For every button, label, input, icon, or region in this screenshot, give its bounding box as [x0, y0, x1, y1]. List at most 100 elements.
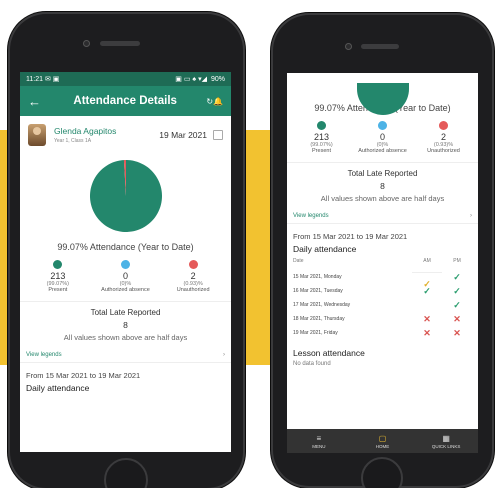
nav-menu[interactable]: ≡ MENU — [289, 434, 349, 449]
screen-right: 99.07% Attendance (Year to Date) 213 (99… — [287, 73, 478, 453]
view-legends-link[interactable]: View legends › — [287, 203, 478, 224]
unauthorized-count: 2 — [190, 271, 196, 281]
half-days-note: All values shown above are half days — [320, 194, 445, 203]
back-arrow-icon[interactable]: ← — [28, 94, 50, 109]
authorized-dot — [120, 260, 130, 269]
present-dot — [317, 121, 326, 130]
student-info: Glenda Agapitos Year 1, Class 1A — [54, 126, 159, 144]
authorized-label: Authorized absence — [358, 148, 407, 154]
absent-cross-icon: ✕ — [453, 327, 461, 338]
avatar — [28, 124, 46, 146]
present-dot — [53, 260, 63, 269]
row-date: 19 Mar 2021, Friday — [293, 330, 338, 336]
authorized-count: 0 — [379, 132, 385, 142]
stat-present: 213 (99.07%) Present — [28, 260, 88, 293]
stat-unauthorized: 2 (0.93)% Unauthorized — [163, 260, 223, 293]
row-date: 16 Mar 2021, Tuesday — [293, 288, 343, 294]
view-legends-label: View legends — [26, 352, 62, 358]
notification-icons: ✉ ▣ — [44, 76, 60, 83]
stat-unauthorized: 2 (0.93)% Unauthorized — [414, 121, 474, 154]
nav-quick-links-label: QUICK LINKS — [431, 443, 461, 449]
present-check-icon: ✓ — [423, 285, 431, 296]
present-check-icon: ✓ — [453, 271, 461, 282]
nav-home-label: HOME — [375, 443, 390, 449]
unauthorized-label: Unauthorized — [427, 148, 460, 154]
home-icon: ▢ — [378, 433, 387, 443]
view-legends-link[interactable]: View legends › — [20, 342, 231, 363]
battery-level: 90% — [210, 75, 225, 83]
unauthorized-dot — [439, 121, 448, 130]
student-header: Glenda Agapitos Year 1, Class 1A 19 Mar … — [20, 116, 231, 150]
front-camera — [345, 43, 352, 50]
selected-date[interactable]: 19 Mar 2021 — [159, 130, 207, 140]
late-count: 8 — [123, 320, 128, 330]
table-row: 19 Mar 2021, Friday ✕ ✕ — [293, 326, 472, 340]
student-name[interactable]: Glenda Agapitos — [54, 126, 159, 136]
row-date: 18 Mar 2021, Thursday — [293, 316, 345, 322]
status-time: 11:21 — [26, 76, 43, 83]
unauthorized-count: 2 — [440, 132, 446, 142]
table-row: 16 Mar 2021, Tuesday ✓ ✓ — [293, 284, 472, 298]
earpiece — [100, 41, 140, 46]
row-date: 17 Mar 2021, Wednesday — [293, 302, 351, 308]
chevron-right-icon: › — [223, 352, 225, 358]
no-data-message: No data found — [293, 361, 331, 367]
half-days-note: All values shown above are half days — [63, 333, 188, 342]
quick-links-icon: ▦ — [442, 433, 450, 443]
stat-present: 213 (99.07%) Present — [292, 121, 352, 154]
authorized-count: 0 — [122, 271, 128, 281]
attendance-pie-chart — [89, 160, 162, 232]
present-count: 213 — [50, 271, 66, 281]
scrolled-content: 99.07% Attendance (Year to Date) 213 (99… — [287, 83, 478, 370]
late-section: Total Late Reported 8 All values shown a… — [20, 301, 231, 342]
late-title: Total Late Reported — [90, 308, 161, 317]
present-label: Present — [48, 287, 68, 293]
stats-row: 213 (99.07%) Present 0 (0)% Authorized a… — [287, 121, 478, 154]
stat-authorized: 0 (0)% Authorized absence — [353, 121, 413, 154]
date-range: From 15 Mar 2021 to 19 Mar 2021 — [26, 371, 141, 380]
stage: 11:21 ✉ ▣ ▣ ▭ ♠ ▾◢ 90% ← Attendance Deta… — [0, 0, 499, 488]
chevron-right-icon: › — [470, 213, 472, 219]
front-camera — [83, 40, 90, 47]
status-time-area: 11:21 ✉ ▣ — [26, 75, 59, 83]
pie-chart-container — [20, 156, 231, 236]
phone-left: 11:21 ✉ ▣ ▣ ▭ ♠ ▾◢ 90% ← Attendance Deta… — [8, 12, 245, 488]
late-count: 8 — [380, 181, 385, 191]
table-row: 18 Mar 2021, Thursday ✕ ✕ — [293, 312, 472, 326]
home-button[interactable] — [104, 458, 148, 488]
table-row: 15 Mar 2021, Monday ✓ ✓ — [293, 270, 472, 290]
attendance-percentage: 99.07% Attendance (Year to Date) — [57, 242, 194, 252]
calendar-icon[interactable] — [213, 130, 223, 140]
system-icons: ▣ ▭ ♠ ▾◢ — [175, 76, 207, 83]
unauthorized-label: Unauthorized — [176, 287, 210, 293]
screen-left: 11:21 ✉ ▣ ▣ ▭ ♠ ▾◢ 90% ← Attendance Deta… — [20, 72, 231, 452]
app-bar: ← Attendance Details ↻🔔 — [20, 86, 231, 116]
daily-attendance-title: Daily attendance — [293, 244, 357, 254]
stats-row: 213 (99.07%) Present 0 (0)% Authorized a… — [20, 260, 231, 293]
authorized-dot — [378, 121, 387, 130]
refresh-notification-icon[interactable]: ↻🔔 — [206, 97, 223, 106]
unauthorized-dot — [188, 260, 198, 269]
page-title: Attendance Details — [73, 95, 177, 107]
absent-cross-icon: ✕ — [423, 313, 431, 324]
bottom-navigation: ≡ MENU ▢ HOME ▦ QUICK LINKS — [287, 429, 478, 453]
daily-attendance-table: Date AM PM 15 Mar 2021, Monday ✓ ✓ 16 Ma… — [287, 254, 478, 340]
lesson-attendance-title: Lesson attendance — [293, 348, 365, 358]
daily-attendance-title: Daily attendance — [26, 383, 90, 393]
header-date: Date — [293, 258, 304, 264]
present-check-icon: ✓ — [453, 299, 461, 310]
status-bar: 11:21 ✉ ▣ ▣ ▭ ♠ ▾◢ 90% — [20, 72, 231, 86]
present-count: 213 — [313, 132, 330, 142]
table-header: Date AM PM — [293, 254, 472, 270]
earpiece — [361, 44, 399, 49]
home-button[interactable] — [361, 457, 403, 488]
present-label: Present — [312, 148, 331, 154]
nav-quick-links[interactable]: ▦ QUICK LINKS — [416, 434, 476, 449]
late-section: Total Late Reported 8 All values shown a… — [287, 162, 478, 203]
phone-right: 99.07% Attendance (Year to Date) 213 (99… — [271, 13, 494, 488]
absent-cross-icon: ✕ — [453, 313, 461, 324]
nav-home[interactable]: ▢ HOME — [352, 434, 412, 449]
nav-menu-label: MENU — [312, 443, 326, 449]
student-class: Year 1, Class 1A — [54, 138, 92, 144]
present-check-icon: ✓ — [453, 285, 461, 296]
